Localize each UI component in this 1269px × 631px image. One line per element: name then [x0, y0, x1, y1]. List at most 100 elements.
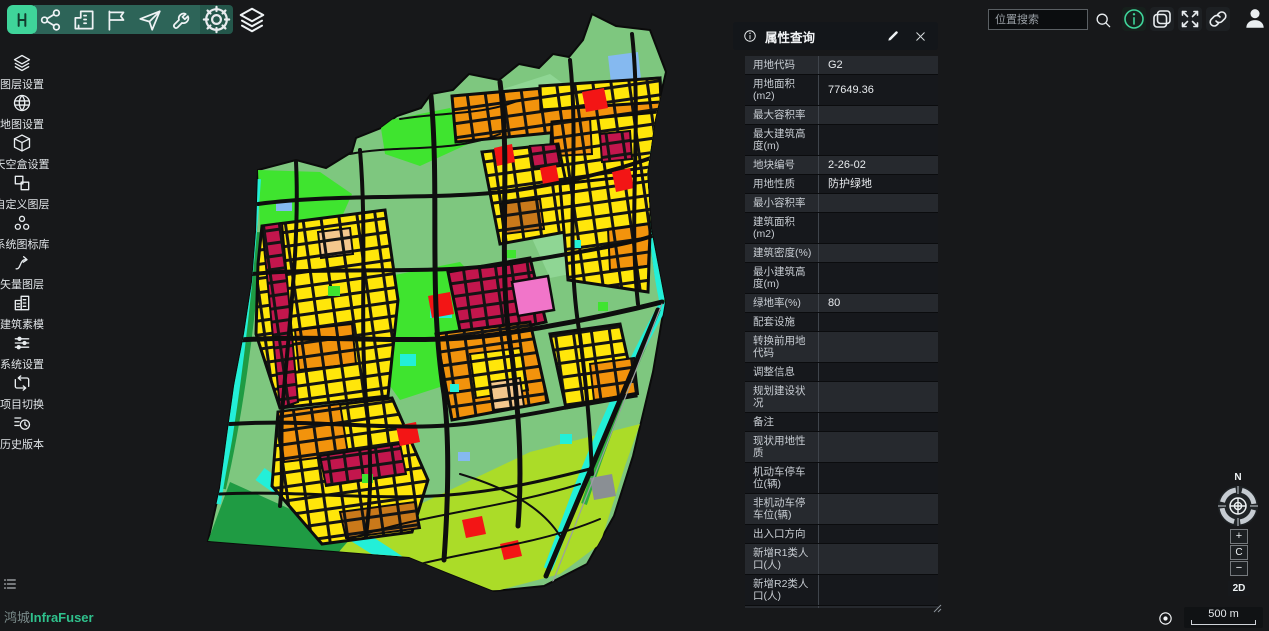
attribute-row: 地块编号2-26-02: [745, 156, 938, 175]
sidebar-item-vector-layer[interactable]: 矢量图层: [0, 252, 44, 292]
attribute-label: 最大建筑高度(m): [745, 125, 818, 155]
reset-view-button[interactable]: C: [1230, 545, 1248, 560]
basemap-button[interactable]: [1150, 7, 1174, 31]
settings-button[interactable]: [200, 5, 233, 34]
attribute-row: 规划建设状况: [745, 382, 938, 413]
sidebar-item-label: 图层设置: [0, 76, 44, 92]
sidebar-item-label: 历史版本: [0, 436, 44, 452]
attribute-label: 配套设施: [745, 313, 818, 331]
app-logo-button[interactable]: [7, 5, 37, 34]
edit-pencil-icon: [886, 29, 900, 43]
measure-button[interactable]: [71, 7, 97, 33]
attribute-row: 调整信息: [745, 363, 938, 382]
attribute-label: 调整信息: [745, 363, 818, 381]
sidebar-item-building-model[interactable]: 建筑素模: [0, 292, 44, 332]
info-circle-icon: [743, 29, 757, 43]
attribute-value: 防护绿地: [818, 175, 938, 193]
wrench-icon: [170, 7, 196, 33]
attribute-label: 现状用地性质: [745, 432, 818, 462]
history-icon: [12, 413, 32, 433]
user-avatar-button[interactable]: [1242, 5, 1268, 31]
attribute-label: 地块编号: [745, 156, 818, 174]
sidebar-item-skybox[interactable]: 天空盒设置: [0, 132, 44, 172]
link-icon: [1206, 7, 1230, 31]
attribute-value: 80: [818, 294, 938, 312]
attribute-value: [818, 194, 938, 212]
attribute-row: 非机动车停车位(辆): [745, 494, 938, 525]
attribute-label: 用地性质: [745, 175, 818, 193]
info-button[interactable]: [1122, 7, 1146, 31]
attribute-value: [818, 606, 938, 608]
attribute-row: 出入口方向: [745, 525, 938, 544]
share-button[interactable]: [38, 7, 64, 33]
compass-north-label: N: [1216, 472, 1260, 483]
attribute-label: 用地代码: [745, 56, 818, 74]
close-icon: [913, 29, 928, 44]
search-button[interactable]: [1093, 10, 1113, 30]
attribute-row: 最小建筑高度(m): [745, 263, 938, 294]
attribute-value: [818, 382, 938, 412]
target-icon: [1157, 610, 1174, 627]
search-input[interactable]: [988, 9, 1088, 30]
user-icon: [1242, 5, 1268, 31]
close-button[interactable]: [913, 29, 928, 44]
attribute-row: 现状用地性质: [745, 432, 938, 463]
fullscreen-icon: [1178, 7, 1202, 31]
attribute-value: [818, 544, 938, 574]
sidebar-item-system-settings[interactable]: 系统设置: [0, 332, 44, 372]
scale-bar: 500 m: [1184, 607, 1263, 628]
attribute-label: 新增R2类人口(人): [745, 575, 818, 605]
zoom-out-button[interactable]: −: [1230, 561, 1248, 576]
attribute-row: 用地面积(m2)77649.36: [745, 75, 938, 106]
attribute-label: 转换前用地代码: [745, 332, 818, 362]
measure-icon: [71, 7, 97, 33]
landuse-map-canvas[interactable]: [200, 4, 670, 604]
attribute-row: 用地性质防护绿地: [745, 175, 938, 194]
link-button[interactable]: [1206, 7, 1230, 31]
compass-control[interactable]: N: [1216, 472, 1260, 530]
sidebar-item-label: 地图设置: [0, 116, 44, 132]
attribute-value: [818, 463, 938, 493]
locate-button[interactable]: [1157, 610, 1174, 627]
attribute-row: 绿地率(%)80: [745, 294, 938, 313]
search-icon: [1093, 10, 1113, 30]
panel-resize-handle[interactable]: [930, 600, 942, 612]
sidebar-item-label: 自定义图层: [0, 196, 50, 212]
attribute-label: 规划建设状况: [745, 382, 818, 412]
mode-2d-button[interactable]: 2D: [1228, 581, 1250, 596]
attribute-table[interactable]: 用地代码G2用地面积(m2)77649.36最大容积率最大建筑高度(m)地块编号…: [745, 56, 938, 608]
sidebar-item-history[interactable]: 历史版本: [0, 412, 44, 452]
attribute-panel-header: 属性查询: [733, 22, 938, 50]
zoom-in-button[interactable]: +: [1230, 529, 1248, 544]
sidebar-item-label: 建筑素模: [0, 316, 44, 332]
attribute-value: G2: [818, 56, 938, 74]
attribute-label: 最大容积率: [745, 106, 818, 124]
attribute-value: [818, 525, 938, 543]
flag-button[interactable]: [104, 7, 130, 33]
icon-library-icon: [12, 213, 32, 233]
sidebar-item-label: 系统设置: [0, 356, 44, 372]
layers-icon: [12, 53, 32, 73]
legend-toggle-button[interactable]: [2, 576, 18, 592]
tools-button[interactable]: [170, 7, 196, 33]
basemap-icon: [1150, 7, 1174, 31]
scale-bracket: [1191, 620, 1256, 625]
attribute-value: [818, 575, 938, 605]
send-icon: [137, 7, 163, 33]
building-model-icon: [12, 293, 32, 313]
attribute-row: 配套设施: [745, 313, 938, 332]
sidebar-item-project-switch[interactable]: 项目切换: [0, 372, 44, 412]
sidebar-item-layers[interactable]: 图层设置: [0, 52, 44, 92]
edit-button[interactable]: [886, 29, 900, 43]
attribute-label: 出入口方向: [745, 525, 818, 543]
fullscreen-button[interactable]: [1178, 7, 1202, 31]
attribute-label: 用地面积(m2): [745, 75, 818, 105]
layers-button[interactable]: [237, 5, 267, 34]
sidebar-item-icon-library[interactable]: 系统图标库: [0, 212, 44, 252]
send-button[interactable]: [137, 7, 163, 33]
attribute-label: 最小建筑高度(m): [745, 263, 818, 293]
sidebar-item-map[interactable]: 地图设置: [0, 92, 44, 132]
main-toolbar: [34, 5, 200, 34]
attribute-value: [818, 106, 938, 124]
sidebar-item-custom-layer[interactable]: 自定义图层: [0, 172, 44, 212]
